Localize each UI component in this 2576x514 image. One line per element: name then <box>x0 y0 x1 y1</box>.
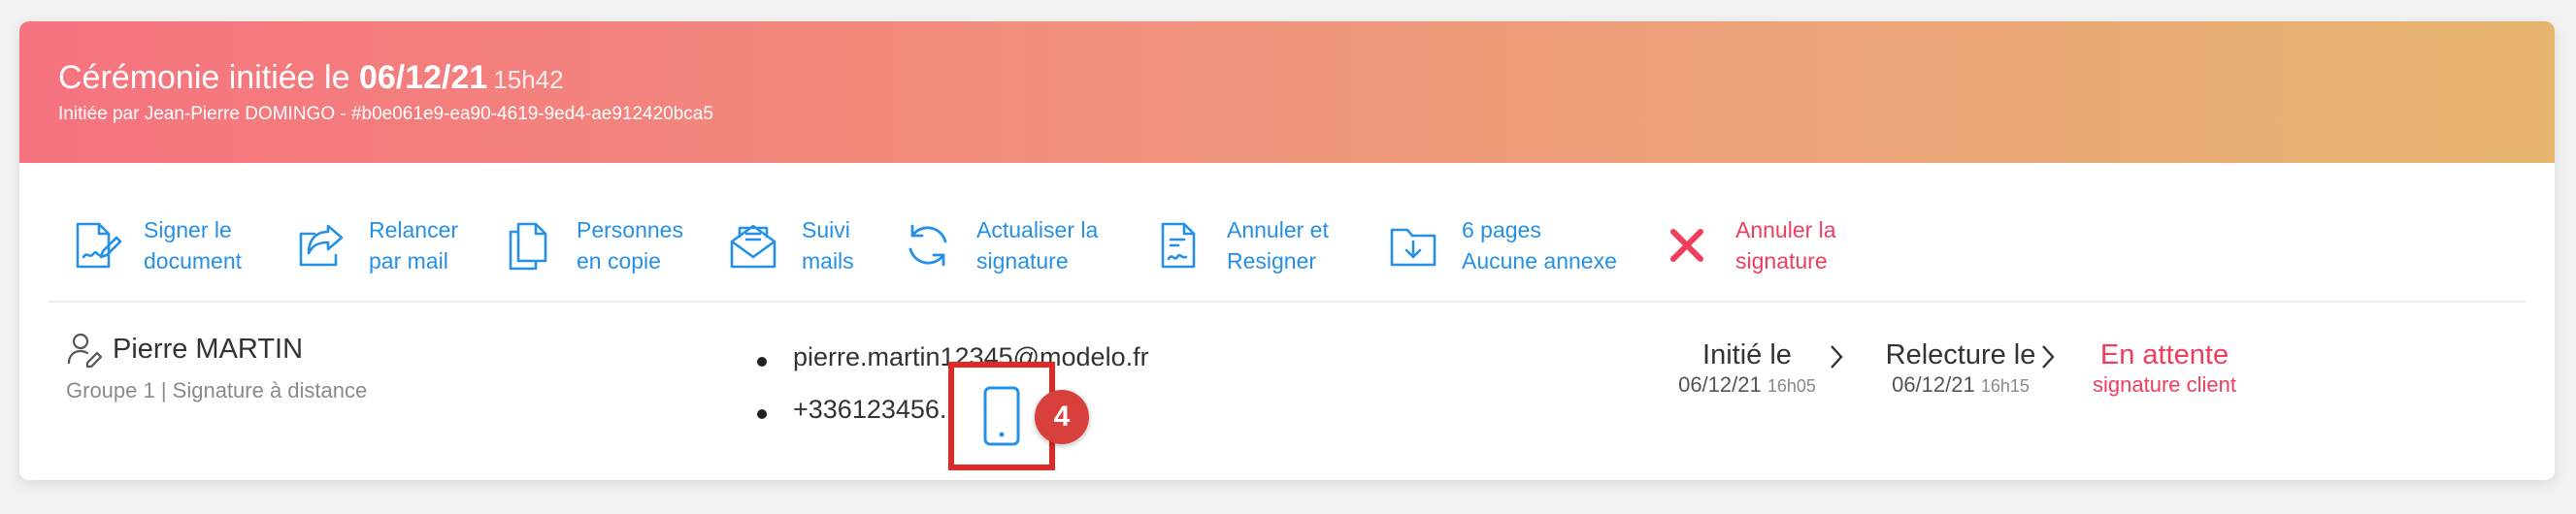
step-time-value: 16h05 <box>1767 376 1816 396</box>
step-title: Initié le <box>1702 339 1792 370</box>
step-detail: signature client <box>2093 372 2236 397</box>
pages-annexes-button[interactable]: 6 pages Aucune annexe <box>1386 211 1617 279</box>
step-title: Relecture le <box>1885 339 2036 370</box>
share-forward-icon <box>293 218 347 273</box>
step-title: En attente <box>2099 339 2229 370</box>
signer-info: Pierre MARTIN Groupe 1 | Signature à dis… <box>66 330 367 403</box>
step-date: 06/12/21 16h15 <box>1864 372 2058 399</box>
sign-document-button[interactable]: Signer le document <box>68 211 242 279</box>
refresh-signature-label: Actualiser la signature <box>976 217 1099 273</box>
cancel-signature-label: Annuler la signature <box>1735 217 1836 273</box>
step-date-value: 06/12/21 <box>1678 372 1762 397</box>
ceremony-subtitle: Initiée par Jean-Pierre DOMINGO - #b0e06… <box>58 104 713 124</box>
step-number-badge: 4 <box>1035 390 1089 444</box>
step-time-value: 16h15 <box>1980 376 2030 396</box>
signer-name-row: Pierre MARTIN <box>66 330 367 369</box>
refresh-signature-button[interactable]: Actualiser la signature <box>901 211 1098 279</box>
list-bullet <box>757 357 767 367</box>
timeline-step-pending: En attente signature client <box>2067 337 2262 398</box>
sign-document-icon <box>68 218 122 273</box>
copy-icon <box>501 218 555 273</box>
mail-tracking-label: Suivi mails <box>802 217 854 273</box>
ceremony-date: 06/12/21 <box>358 59 488 96</box>
timeline-step-review: Relecture le 06/12/21 16h15 <box>1864 337 2058 399</box>
copied-people-button[interactable]: Personnes en copie <box>501 211 683 279</box>
section-divider <box>49 301 2526 303</box>
chevron-right-icon <box>2042 345 2055 369</box>
chevron-right-icon <box>1831 345 1843 369</box>
mobile-phone-icon <box>983 386 1020 446</box>
mail-tracking-button[interactable]: Suivi mails <box>726 211 854 279</box>
document-signature-icon <box>1151 218 1205 273</box>
mail-tracking-icon <box>726 218 780 273</box>
cancel-and-resign-label: Annuler et Resigner <box>1227 217 1329 273</box>
folder-download-icon <box>1386 218 1440 273</box>
resend-mail-button[interactable]: Relancer par mail <box>293 211 458 279</box>
user-edit-icon <box>66 330 105 369</box>
resend-mail-label: Relancer par mail <box>369 217 459 273</box>
step-date-value: 06/12/21 <box>1892 372 1975 397</box>
cancel-signature-button[interactable]: Annuler la signature <box>1660 211 1836 279</box>
sign-document-label: Signer le document <box>144 217 243 273</box>
signer-phone[interactable]: +336123456. <box>793 394 946 425</box>
step-date: 06/12/21 16h05 <box>1650 372 1844 399</box>
pages-annexes-label: 6 pages Aucune annexe <box>1462 217 1617 273</box>
action-toolbar: Signer le document Relancer par mail Per… <box>19 163 2555 322</box>
title-prefix: Cérémonie initiée le <box>58 59 359 96</box>
copied-people-label: Personnes en copie <box>577 217 683 273</box>
refresh-icon <box>901 218 955 273</box>
ceremony-card: Cérémonie initiée le 06/12/21 15h42 Initi… <box>19 21 2555 480</box>
ceremony-header: Cérémonie initiée le 06/12/21 15h42 Initi… <box>19 21 2555 163</box>
signer-group: Groupe 1 | Signature à distance <box>66 378 368 402</box>
timeline-step-initiated: Initié le 06/12/21 16h05 <box>1650 337 1844 399</box>
ceremony-title: Cérémonie initiée le 06/12/21 15h42 <box>58 58 564 99</box>
ceremony-time: 15h42 <box>493 65 564 94</box>
list-bullet <box>757 409 767 419</box>
close-icon <box>1660 218 1714 273</box>
cancel-and-resign-button[interactable]: Annuler et Resigner <box>1151 211 1329 279</box>
signer-name: Pierre MARTIN <box>113 333 304 365</box>
